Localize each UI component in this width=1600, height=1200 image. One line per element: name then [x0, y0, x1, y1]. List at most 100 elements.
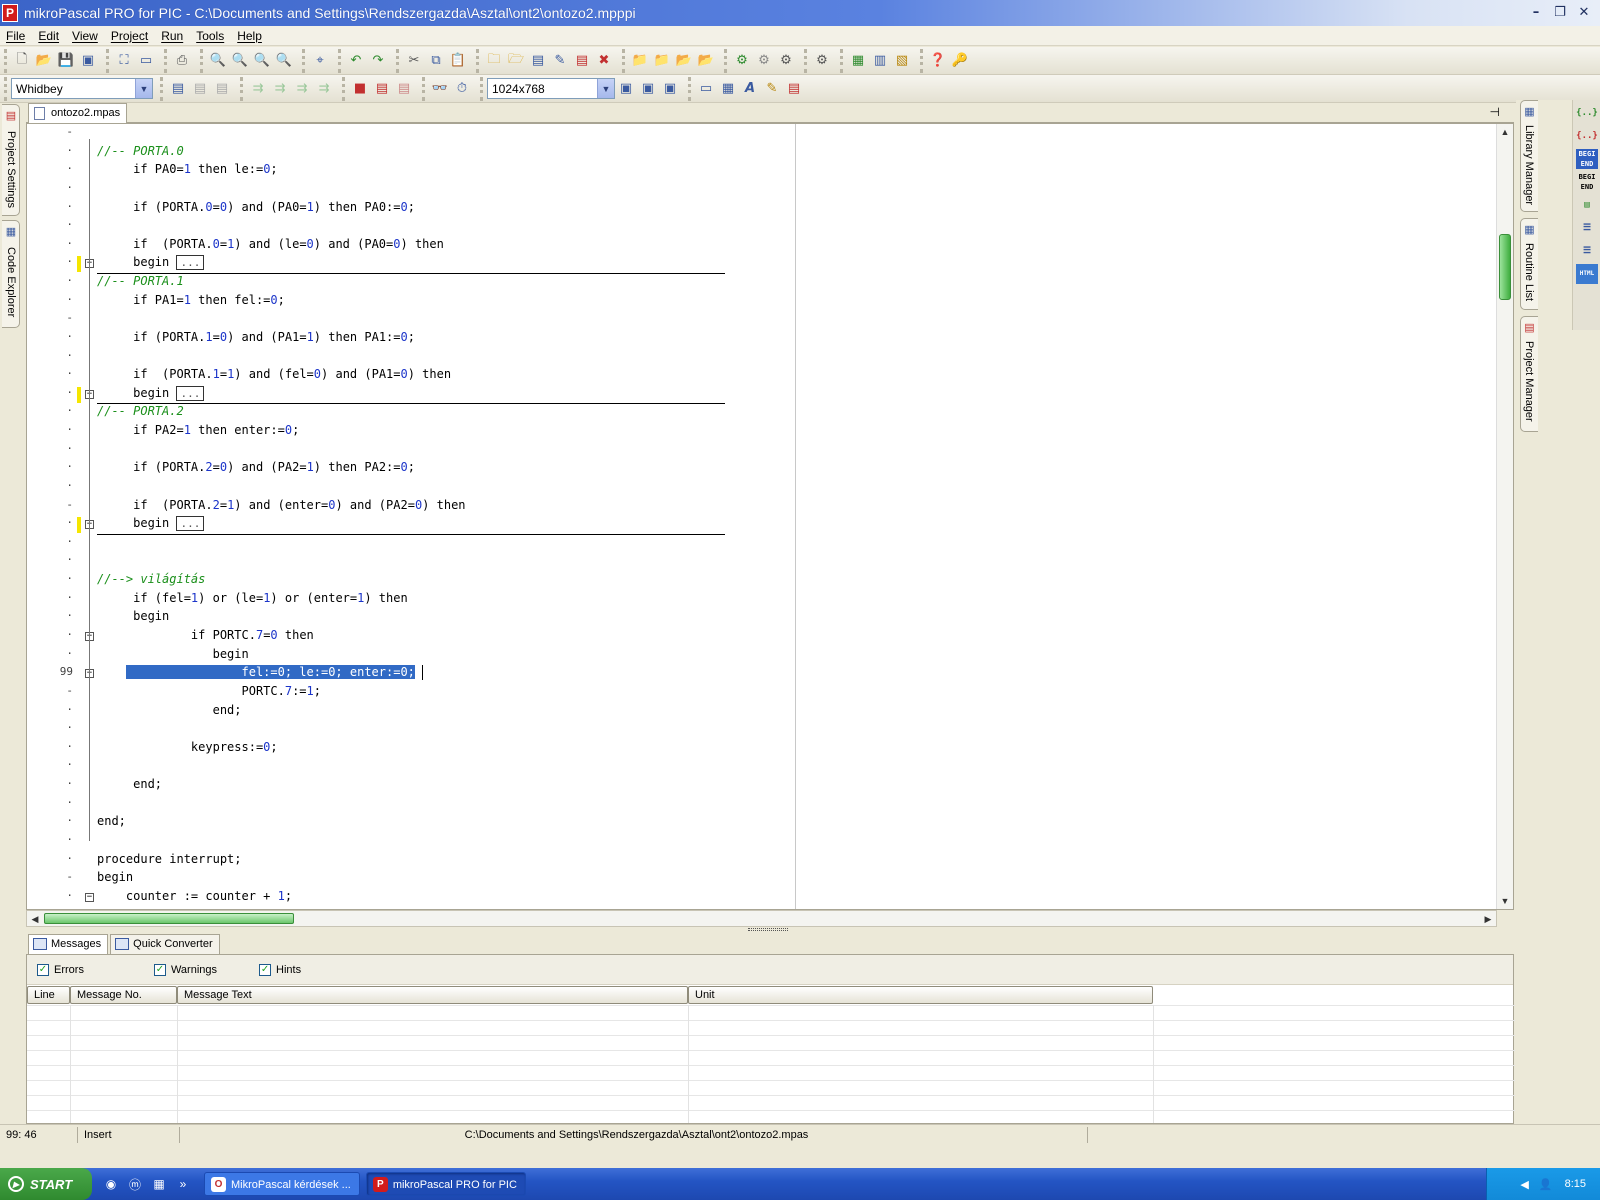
browser-icon[interactable]: ◉	[102, 1175, 120, 1193]
code-line[interactable]: begin	[97, 609, 169, 627]
code-line[interactable]: if (PORTA.1=1) and (fel=0) and (PA1=0) t…	[97, 367, 451, 385]
vertical-scrollbar[interactable]: ▲ ▼	[1496, 124, 1513, 909]
hints-checkbox[interactable]: ✓	[259, 963, 272, 976]
messages-grid-body[interactable]	[27, 1005, 1515, 1123]
open-folder-icon[interactable]: 📂	[34, 51, 54, 71]
code-line[interactable]: procedure interrupt;	[97, 852, 242, 870]
code-line[interactable]: if PA0=1 then le:=0;	[97, 162, 278, 180]
edit-template-icon[interactable]: ✎	[762, 79, 782, 99]
warnings-checkbox[interactable]: ✓	[153, 963, 166, 976]
ascii-chart-icon[interactable]: ▧	[892, 51, 912, 71]
code-line[interactable]: //-- PORTA.2	[97, 404, 184, 422]
resolution-select[interactable]: 1024x768 ▼	[487, 78, 615, 99]
stopwatch-icon[interactable]: ⏱	[452, 79, 472, 99]
tab-quick-converter[interactable]: Quick Converter	[110, 934, 220, 954]
code-line[interactable]: if (PORTA.2=1) and (enter=0) and (PA2=0)…	[97, 498, 465, 516]
remove-project-icon[interactable]: ✖	[594, 51, 614, 71]
restore-button[interactable]: ❐	[1550, 3, 1570, 21]
scheme-select[interactable]: Whidbey ▼	[11, 78, 153, 99]
new-file-icon[interactable]: 🗋	[12, 51, 32, 71]
close-button[interactable]: ✕	[1574, 3, 1594, 21]
help-icon[interactable]: ❓	[928, 51, 948, 71]
start-button[interactable]: ▶ START	[0, 1168, 92, 1200]
code-line[interactable]: if (PORTA.2=0) and (PA2=1) then PA2:=0;	[97, 460, 415, 478]
menu-help[interactable]: Help	[237, 29, 262, 43]
code-line[interactable]: if (PORTA.0=0) and (PA0=1) then PA0:=0;	[97, 200, 415, 218]
build-icon[interactable]: ⚙	[732, 51, 752, 71]
errors-checkbox[interactable]: ✓	[37, 963, 49, 976]
usart-terminal-icon[interactable]: ▦	[848, 51, 868, 71]
breakpoints-list-icon[interactable]: ▤	[372, 79, 392, 99]
scroll-left-icon[interactable]: ◀	[27, 911, 43, 927]
code-line[interactable]: //-- PORTA.0	[97, 144, 184, 162]
code-line[interactable]: begin	[97, 870, 133, 888]
step-over-icon[interactable]: ⇉	[270, 79, 290, 99]
code-line[interactable]: counter := counter + 1;	[97, 889, 292, 907]
scroll-up-icon[interactable]: ▲	[1497, 124, 1513, 140]
tab-project-manager[interactable]: ▤ Project Manager	[1520, 316, 1538, 432]
tab-routine-list[interactable]: ▦ Routine List	[1520, 218, 1538, 310]
errors-filter[interactable]: ✓ Errors	[37, 963, 84, 976]
toggle-breakpoint-icon[interactable]: ■	[350, 79, 370, 99]
layout-load-icon[interactable]: ▣	[638, 79, 658, 99]
cut-icon[interactable]: ✂	[404, 51, 424, 71]
code-line[interactable]: if (fel=1) or (le=1) or (enter=1) then	[97, 591, 408, 609]
undo-icon[interactable]: ↶	[346, 51, 366, 71]
remove-file-icon[interactable]: 📁	[652, 51, 672, 71]
code-line[interactable]: PORTC.7:=1;	[97, 684, 321, 702]
menu-project[interactable]: Project	[111, 29, 148, 43]
watch-window-icon[interactable]: 👓	[430, 79, 450, 99]
print-icon[interactable]: ⎙	[172, 51, 192, 71]
new-project-icon[interactable]: 🗀	[484, 51, 504, 71]
code-line[interactable]: begin ...	[97, 255, 205, 273]
indent-snippet-icon[interactable]: ☰	[1576, 241, 1598, 261]
code-line[interactable]: keypress:=0;	[97, 740, 278, 758]
column-message-no[interactable]: Message No.	[70, 986, 177, 1004]
insert-snippet-icon[interactable]: ▤	[1576, 195, 1598, 215]
add-file-icon[interactable]: 📁	[630, 51, 650, 71]
comment-icon[interactable]: ▤	[168, 79, 188, 99]
build-all-icon[interactable]: ⚙	[754, 51, 774, 71]
chevron-down-icon[interactable]: ▼	[135, 79, 152, 98]
user-icon[interactable]: 👤	[1539, 1178, 1553, 1191]
clear-breakpoints-icon[interactable]: ▤	[394, 79, 414, 99]
tab-ontozo2-mpas[interactable]: ontozo2.mpas	[28, 103, 128, 123]
tab-library-manager[interactable]: ▦ Library Manager	[1520, 100, 1538, 212]
code-line[interactable]: //-- PORTA.1	[97, 274, 184, 292]
chevron-right-icon[interactable]: »	[174, 1175, 192, 1193]
code-line[interactable]: if PA1=1 then fel:=0;	[97, 293, 285, 311]
close-project-icon[interactable]: ▤	[572, 51, 592, 71]
warnings-filter[interactable]: ✓ Warnings	[153, 963, 217, 976]
vertical-scroll-thumb[interactable]	[1499, 234, 1511, 300]
code-line[interactable]: //--> világítás	[97, 572, 205, 590]
seven-segment-icon[interactable]: ▦	[718, 79, 738, 99]
layout-save-icon[interactable]: ▣	[616, 79, 636, 99]
collapsed-block-marker[interactable]: ...	[176, 516, 205, 532]
align-snippet-icon[interactable]: ☰	[1576, 218, 1598, 238]
braces-red-snippet-icon[interactable]: {..}	[1576, 126, 1598, 146]
title-bar[interactable]: P mikroPascal PRO for PIC - C:\Documents…	[0, 0, 1600, 26]
column-message-text[interactable]: Message Text	[177, 986, 688, 1004]
code-line[interactable]: begin ...	[97, 516, 205, 534]
find-next-icon[interactable]: 🔍	[230, 51, 250, 71]
code-line[interactable]: end;	[97, 777, 162, 795]
save-icon[interactable]: 💾	[56, 51, 76, 71]
column-line[interactable]: Line	[27, 986, 70, 1004]
tray-collapse-icon[interactable]: ◀	[1520, 1178, 1528, 1191]
code-line[interactable]: begin	[97, 647, 249, 665]
statistics-icon[interactable]: ▥	[870, 51, 890, 71]
layout-delete-icon[interactable]: ▣	[660, 79, 680, 99]
edit-project-icon[interactable]: ✎	[550, 51, 570, 71]
collapsed-block-marker[interactable]: ...	[176, 385, 205, 401]
code-line[interactable]: if (PORTA.1=0) and (PA1=1) then PA1:=0;	[97, 330, 415, 348]
html-snippet-icon[interactable]: HTML	[1576, 264, 1598, 284]
pin-icon[interactable]: ⊣	[1490, 105, 1500, 119]
build-program-icon[interactable]: ⚙	[776, 51, 796, 71]
paste-icon[interactable]: 📋	[448, 51, 468, 71]
code-line[interactable]: begin ...	[97, 385, 205, 404]
braces-snippet-icon[interactable]: {..}	[1576, 103, 1598, 123]
menu-view[interactable]: View	[72, 29, 98, 43]
code-line[interactable]: if PORTC.7=0 then	[97, 628, 314, 646]
font-icon[interactable]: A	[740, 79, 760, 99]
code-editor[interactable]: -·······−··-····−·····-·−······−·99−-···…	[26, 123, 1514, 910]
